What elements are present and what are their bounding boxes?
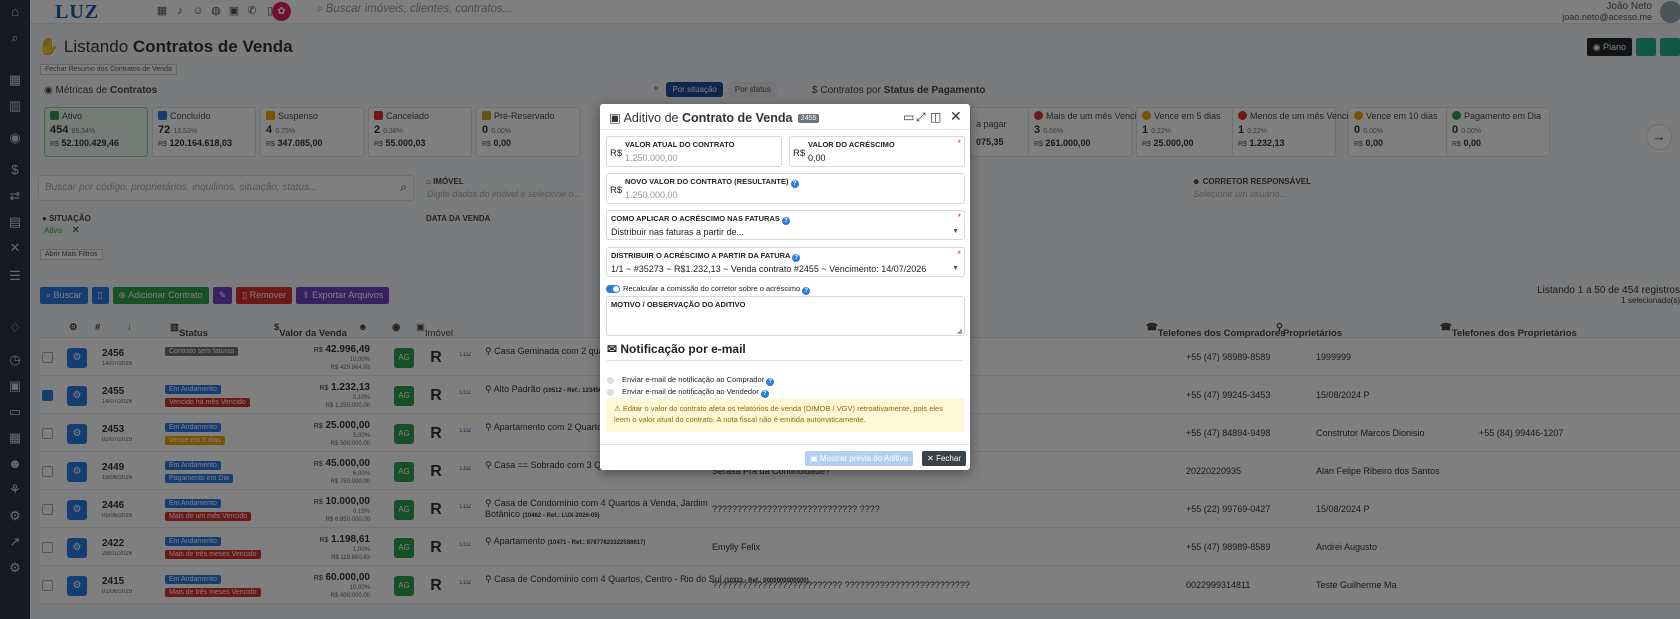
distribuir-fatura-select[interactable]: * DISTRIBUIR O ACRÉSCIMO A PARTIR DA FAT… bbox=[606, 247, 965, 277]
modal-footer: ▣ Mostrar prévia do Aditivo ✕ Fechar bbox=[600, 444, 970, 470]
envelope-icon: ✉ bbox=[607, 342, 621, 356]
recalcular-toggle[interactable] bbox=[606, 285, 620, 293]
close-icon[interactable]: ✕ bbox=[950, 108, 962, 125]
help-icon[interactable]: ? bbox=[781, 217, 790, 225]
como-aplicar-select[interactable]: * COMO APLICAR O ACRÉSCIMO NAS FATURAS ?… bbox=[606, 210, 965, 240]
novo-valor-field[interactable]: NOVO VALOR DO CONTRATO (RESULTANTE) ? R$… bbox=[606, 173, 965, 204]
notify-comprador-label: Enviar e-mail de notificação ao Comprado… bbox=[622, 375, 775, 386]
help-icon[interactable]: ? bbox=[766, 378, 775, 386]
notify-vendedor-label: Enviar e-mail de notificação ao Vendedor… bbox=[622, 387, 769, 398]
help-icon[interactable]: ? bbox=[760, 390, 769, 398]
preview-aditivo-button[interactable]: ▣ Mostrar prévia do Aditivo bbox=[805, 451, 913, 466]
valor-atual-field[interactable]: VALOR ATUAL DO CONTRATO R$ 1.250.000,00 bbox=[606, 136, 782, 167]
contract-badge: 2455 bbox=[797, 114, 820, 123]
document-icon: ▣ bbox=[810, 454, 820, 463]
divider bbox=[607, 360, 963, 361]
expand-icon[interactable]: ⤢ bbox=[916, 110, 926, 125]
chevron-down-icon: ▼ bbox=[952, 228, 959, 235]
resize-handle-icon[interactable]: ◢ bbox=[957, 327, 962, 335]
warning-icon: ⚠ bbox=[614, 404, 623, 413]
side-panel-icon[interactable]: ◫ bbox=[930, 110, 941, 124]
aditivo-modal: ▣ Aditivo de Contrato de Venda 2455 ▭ ⤢ … bbox=[600, 104, 970, 470]
close-button[interactable]: ✕ Fechar bbox=[922, 451, 966, 466]
notify-vendedor-toggle[interactable] bbox=[607, 389, 614, 396]
modal-title: ▣ Aditivo de Contrato de Venda 2455 bbox=[609, 110, 820, 125]
help-icon[interactable]: ? bbox=[792, 254, 801, 262]
help-icon[interactable]: ? bbox=[802, 287, 811, 295]
motivo-textarea[interactable]: MOTIVO / OBSERVAÇÃO DO ADITIVO ◢ bbox=[606, 296, 965, 336]
notify-comprador-toggle[interactable] bbox=[607, 377, 614, 384]
close-icon: ✕ bbox=[927, 454, 937, 463]
warning-alert: ⚠ Editar o valor do contrato afeta os re… bbox=[606, 398, 964, 432]
valor-acrescimo-field[interactable]: * VALOR DO ACRÉSCIMO R$ 0,00 bbox=[789, 136, 965, 167]
help-icon[interactable]: ? bbox=[790, 180, 799, 188]
document-icon: ▣ bbox=[609, 111, 624, 125]
minimize-icon[interactable]: ▭ bbox=[903, 110, 914, 124]
recalcular-label: Recalcular a comissão do corretor sobre … bbox=[623, 284, 811, 295]
chevron-down-icon: ▼ bbox=[952, 265, 959, 272]
modal-header: ▣ Aditivo de Contrato de Venda 2455 ▭ ⤢ … bbox=[600, 104, 970, 130]
notification-title: ✉ Notificação por e-mail bbox=[607, 342, 746, 356]
